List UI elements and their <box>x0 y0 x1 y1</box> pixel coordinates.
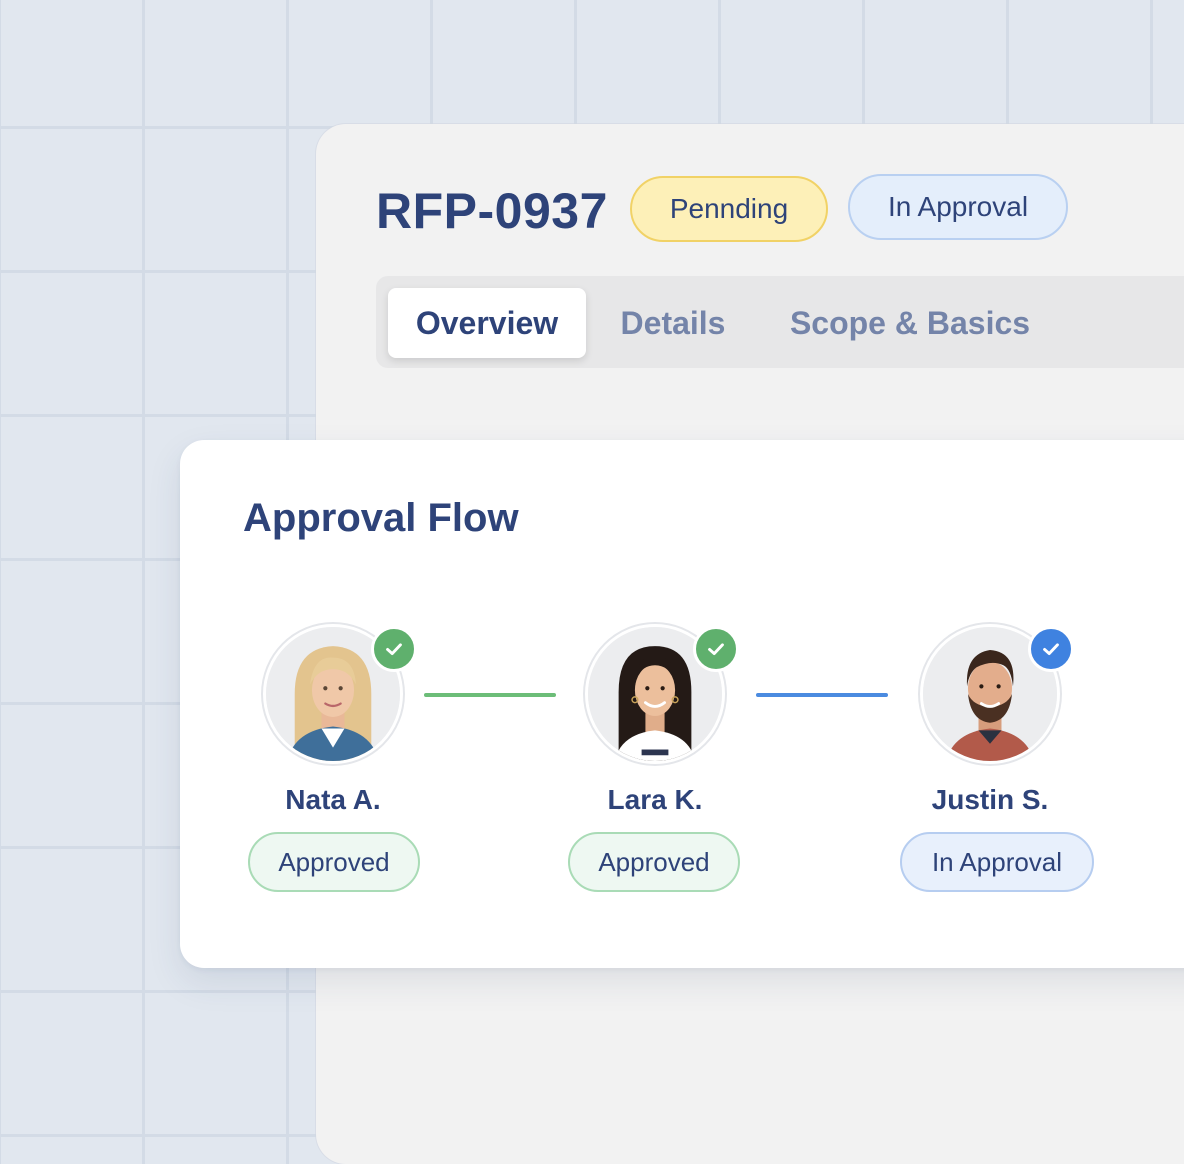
approved-check-icon <box>693 626 739 672</box>
pending-status-badge: Pennding <box>630 176 828 242</box>
in-approval-check-icon <box>1028 626 1074 672</box>
approved-status-badge: Approved <box>568 832 740 892</box>
approved-check-icon <box>371 626 417 672</box>
in-approval-status-badge: In Approval <box>848 174 1068 240</box>
tab-details[interactable]: Details <box>608 288 738 358</box>
approval-connector-1 <box>424 693 556 697</box>
approver-name: Justin S. <box>931 784 1049 815</box>
approval-connector-2 <box>756 693 888 697</box>
tab-overview[interactable]: Overview <box>388 288 586 358</box>
tab-bar: Overview Details Scope & Basics <box>376 276 1184 368</box>
tab-scope-basics[interactable]: Scope & Basics <box>780 288 1040 358</box>
approved-status-badge: Approved <box>248 832 420 892</box>
rfp-title: RFP-0937 <box>376 183 608 239</box>
approval-flow-title: Approval Flow <box>243 496 519 540</box>
in-approval-status-badge: In Approval <box>900 832 1094 892</box>
approval-flow-card: Approval Flow Nata A. Approved Lara K. A… <box>180 440 1184 968</box>
approver-name: Nata A. <box>285 784 381 815</box>
approver-name: Lara K. <box>607 784 703 815</box>
